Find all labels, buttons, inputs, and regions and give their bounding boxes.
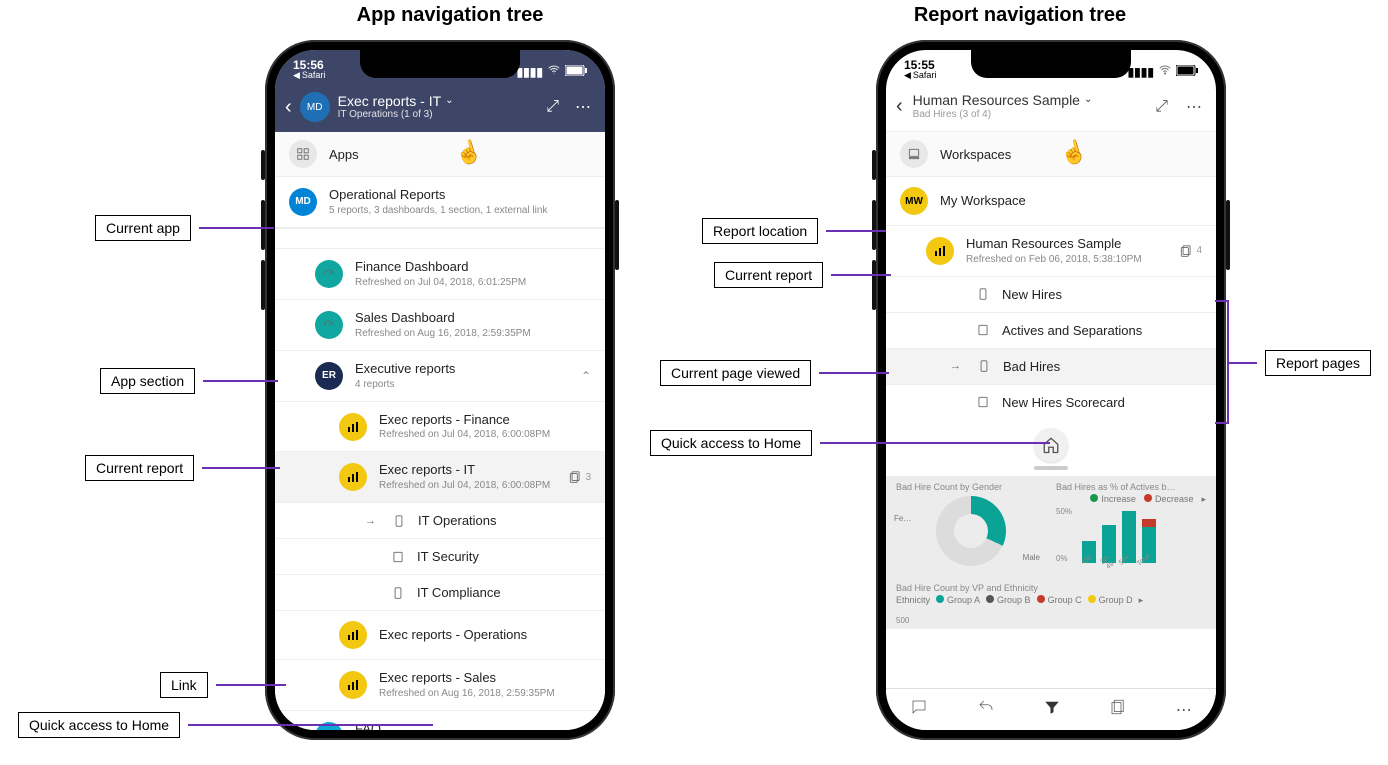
callout-report-pages: Report pages [1229, 350, 1371, 376]
operational-reports-row[interactable]: MD Operational Reports 5 reports, 3 dash… [275, 177, 605, 228]
callout-current-report: Current report [85, 455, 280, 481]
page-it-operations[interactable]: → IT Operations [275, 503, 605, 539]
apps-row[interactable]: Apps [275, 132, 605, 177]
page-new-hires[interactable]: New Hires [886, 277, 1216, 313]
header-title-dropdown[interactable]: Exec reports - IT⌄ IT Operations (1 of 3… [338, 93, 535, 122]
status-icons: ▮▮▮▮ [517, 63, 587, 80]
exec-it-row[interactable]: Exec reports - IT Refreshed on Jul 04, 2… [275, 452, 605, 503]
report-icon [339, 413, 367, 441]
wifi-icon [547, 63, 561, 80]
chevron-down-icon: ⌄ [445, 95, 453, 107]
callout-home-left: Quick access to Home [18, 712, 433, 738]
apps-icon [289, 140, 317, 168]
exec-operations-row[interactable]: Exec reports - Operations [275, 611, 605, 660]
callout-home-right: Quick access to Home [650, 430, 1050, 456]
my-workspace-row[interactable]: MW My Workspace [886, 177, 1216, 226]
phone-page-icon [391, 586, 405, 600]
page-count: 3 [568, 470, 591, 484]
truncated-row: . [275, 228, 605, 249]
expand-icon[interactable]: ⤢ [542, 94, 563, 120]
page-actives-separations[interactable]: Actives and Separations [886, 313, 1216, 349]
chevron-right-icon: ▸ [1201, 494, 1206, 505]
workspace-badge: MW [900, 187, 928, 215]
bottom-toolbar: ⋯ [886, 688, 1216, 730]
phone-page-icon [976, 287, 990, 301]
hr-sample-report-row[interactable]: Human Resources Sample Refreshed on Feb … [886, 226, 1216, 277]
notch [360, 50, 520, 78]
exec-sales-row[interactable]: Exec reports - Sales Refreshed on Aug 16… [275, 660, 605, 711]
page-icon [976, 323, 990, 337]
battery-icon [1176, 65, 1198, 79]
callout-app-section: App section [100, 368, 278, 394]
phone-page-icon [392, 514, 406, 528]
notch [971, 50, 1131, 78]
filter-icon[interactable] [1043, 698, 1061, 721]
wifi-icon [1158, 63, 1172, 80]
back-icon[interactable]: ‹ [896, 95, 903, 118]
page-new-hires-scorecard[interactable]: New Hires Scorecard [886, 385, 1216, 420]
callout-current-report-r: Current report [714, 262, 891, 288]
section-badge: ER [315, 362, 343, 390]
page-it-compliance[interactable]: IT Compliance [275, 575, 605, 611]
dashboard-icon [315, 260, 343, 288]
chart-vp-ethnicity[interactable]: Bad Hire Count by VP and Ethnicity Ethni… [896, 583, 1206, 625]
callout-current-app: Current app [95, 215, 274, 241]
app-avatar[interactable]: MD [300, 92, 330, 122]
signal-icon: ▮▮▮▮ [1128, 65, 1154, 79]
callout-report-location: Report location [702, 218, 886, 244]
right-phone: 15:55 ◀ Safari ➤ ▮▮▮▮ ‹ Human Resources … [876, 40, 1226, 740]
exec-finance-row[interactable]: Exec reports - Finance Refreshed on Jul … [275, 402, 605, 453]
report-icon [339, 621, 367, 649]
report-header: ‹ Human Resources Sample⌄ Bad Hires (3 o… [886, 82, 1216, 132]
comment-icon[interactable] [910, 698, 928, 721]
app-badge: MD [289, 188, 317, 216]
finance-dashboard-row[interactable]: Finance Dashboard Refreshed on Jul 04, 2… [275, 249, 605, 300]
status-back-app[interactable]: ◀ Safari [904, 71, 936, 80]
report-icon [926, 237, 954, 265]
copy-icon[interactable] [1109, 698, 1127, 721]
current-page-arrow-icon: → [950, 360, 961, 372]
callout-current-page: Current page viewed [660, 360, 889, 386]
left-title: App navigation tree [300, 4, 600, 27]
page-count: 4 [1179, 244, 1202, 258]
chevron-down-icon: ⌄ [1084, 94, 1092, 106]
sales-dashboard-row[interactable]: Sales Dashboard Refreshed on Aug 16, 201… [275, 300, 605, 351]
page-it-security[interactable]: IT Security [275, 539, 605, 575]
chevron-right-icon: ▸ [1139, 595, 1144, 606]
phone-page-icon [977, 359, 991, 373]
page-icon [976, 395, 990, 409]
chart-gender[interactable]: Bad Hire Count by Gender Fe… Male [896, 482, 1046, 577]
workspaces-row[interactable]: Workspaces [886, 132, 1216, 177]
report-icon [339, 463, 367, 491]
expand-icon[interactable]: ⤢ [1151, 94, 1172, 120]
more-icon[interactable]: ⋯ [571, 93, 595, 121]
status-back-app[interactable]: ◀ Safari [293, 71, 325, 80]
more-icon[interactable]: ⋯ [1176, 700, 1192, 720]
back-icon[interactable]: ‹ [285, 96, 292, 119]
bracket [1215, 300, 1229, 424]
callout-link: Link [160, 672, 286, 698]
page-bad-hires[interactable]: → Bad Hires [886, 349, 1216, 385]
header-title-dropdown[interactable]: Human Resources Sample⌄ Bad Hires (3 of … [913, 92, 1142, 121]
app-header: ‹ MD Exec reports - IT⌄ IT Operations (1… [275, 82, 605, 132]
undo-icon[interactable] [977, 698, 995, 721]
page-icon [391, 550, 405, 564]
right-title: Report navigation tree [870, 4, 1170, 27]
workspaces-icon [900, 140, 928, 168]
more-icon[interactable]: ⋯ [1182, 93, 1206, 121]
executive-reports-section[interactable]: ER Executive reports 4 reports ⌃ [275, 351, 605, 402]
chevron-up-icon: ⌃ [581, 369, 591, 383]
dashboard-icon [315, 311, 343, 339]
chart-preview: Bad Hire Count by Gender Fe… Male Bad Hi… [886, 476, 1216, 629]
chart-actives[interactable]: Bad Hires as % of Actives b… Increase De… [1056, 482, 1206, 577]
drag-handle[interactable] [1034, 466, 1068, 470]
signal-icon: ▮▮▮▮ [517, 65, 543, 79]
battery-icon [565, 65, 587, 79]
report-icon [339, 671, 367, 699]
left-phone: 15:56 ◀ Safari ▮▮▮▮ ‹ MD Exec reports - … [265, 40, 615, 740]
current-page-arrow-icon: → [365, 515, 376, 527]
